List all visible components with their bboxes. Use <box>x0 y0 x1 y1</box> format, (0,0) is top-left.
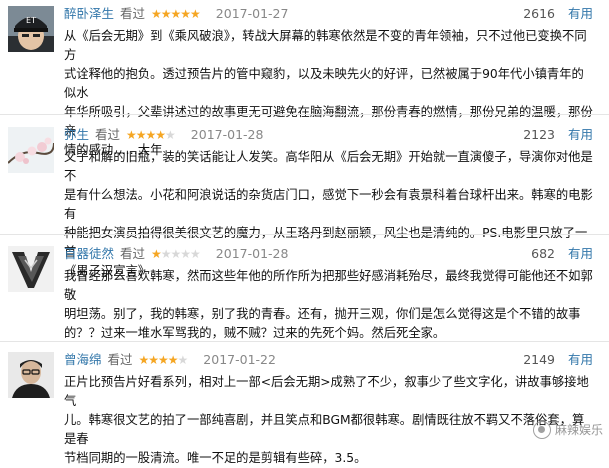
rating-stars: ★★★★★ <box>126 128 176 142</box>
review-line: 是有什么想法。小花和阿浪说话的杂货店门口，感觉下一秒会有袁景科着台球杆出来。韩寒… <box>64 188 593 221</box>
review-date: 2017-01-22 <box>203 352 276 367</box>
useful-button[interactable]: 有用 <box>568 243 593 265</box>
rating-stars: ★★★★★ <box>151 7 201 21</box>
review-date: 2017-01-27 <box>215 6 289 21</box>
watched-label: 看过 <box>107 352 133 367</box>
vote-count: 2616 <box>523 6 555 21</box>
review-text: 正片比预告片好看系列，相对上一部<后会无期>成熟了不少，叙事少了些文字化，讲故事… <box>64 373 594 468</box>
review-date: 2017-01-28 <box>215 246 289 261</box>
vote-count: 2123 <box>523 127 555 142</box>
vote-count: 682 <box>531 246 555 261</box>
useful-button[interactable]: 有用 <box>568 124 593 146</box>
review-header: 醉卧泽生 看过 ★★★★★ 2017-01-27 2616 有用 <box>64 3 599 25</box>
rating-stars: ★★★★★ <box>151 247 201 261</box>
wechat-logo-icon <box>532 421 551 439</box>
portrait-avatar-icon <box>8 352 54 398</box>
vote-count: 2149 <box>523 352 555 367</box>
review-line: 儿。韩寒很文艺的拍了一部纯喜剧，并且笑点和BGM都很韩寒。剧情既往放不羁又不落俗… <box>64 413 585 446</box>
divider <box>0 341 609 342</box>
watermark: 麻辣娱乐 <box>532 419 603 441</box>
watched-label: 看过 <box>95 127 121 142</box>
review-4: 曾海绵 看过 ★★★★★ 2017-01-22 2149 有用 正片比预告片好看系… <box>0 349 609 465</box>
avatar[interactable] <box>8 246 54 292</box>
review-header: 弥生 看过 ★★★★★ 2017-01-28 2123 有用 <box>64 124 599 146</box>
avatar[interactable] <box>8 127 54 173</box>
review-line: 明坦荡。别了，我的韩寒，别了我的青春。还有，抛开三观，你们是怎么觉得这是个不错的… <box>64 307 581 321</box>
watched-label: 看过 <box>120 6 146 21</box>
review-3: 百器徒然 看过 ★★★★★ 2017-01-28 682 有用 我曾经那么喜欢韩寒… <box>0 243 609 340</box>
watched-label: 看过 <box>120 246 146 261</box>
review-date: 2017-01-28 <box>190 127 264 142</box>
review-line: 式诠释他的抱负。透过预告片的管中窥豹，以及未映先火的好评，已然被属于90年代小镇… <box>64 67 584 100</box>
author-link[interactable]: 曾海绵 <box>64 352 102 367</box>
rating-stars: ★★★★★ <box>138 353 189 367</box>
review-line: 我曾经那么喜欢韩寒，然而这些年他的所作所为把那些好感消耗殆尽，最终我觉得可能他还… <box>64 269 593 302</box>
et-cap-avatar-icon: ET <box>8 6 54 52</box>
review-line: 从《后会无期》到《乘风破浪》，转战大屏幕的韩寒依然是不变的青年领袖，只不过他已变… <box>64 29 587 62</box>
avatar[interactable]: ET <box>8 6 54 52</box>
dark-emblem-avatar-icon <box>8 246 54 292</box>
author-link[interactable]: 百器徒然 <box>64 246 114 261</box>
author-link[interactable]: 醉卧泽生 <box>64 6 114 21</box>
useful-button[interactable]: 有用 <box>568 3 593 25</box>
review-line: 节档同期的一股清流。唯一不足的是剪辑有些碎，3.5。 <box>64 451 367 465</box>
review-1: ET 醉卧泽生 看过 ★★★★★ 2017-01-27 2616 有用 从《后会无… <box>0 3 609 157</box>
divider <box>0 234 609 235</box>
blossom-avatar-icon <box>8 127 54 173</box>
useful-button[interactable]: 有用 <box>568 349 593 371</box>
svg-text:ET: ET <box>26 16 36 25</box>
avatar[interactable] <box>8 352 54 398</box>
review-header: 曾海绵 看过 ★★★★★ 2017-01-22 2149 有用 <box>64 349 599 371</box>
review-2: 弥生 看过 ★★★★★ 2017-01-28 2123 有用 父子和解的旧瓶，装的… <box>0 124 609 278</box>
review-line: 父子和解的旧瓶，装的笑话能让人发笑。高华阳从《后会无期》开始就一直演傻子，导演你… <box>64 150 593 183</box>
author-link[interactable]: 弥生 <box>64 127 89 142</box>
review-line: 正片比预告片好看系列，相对上一部<后会无期>成熟了不少，叙事少了些文字化，讲故事… <box>64 375 589 408</box>
review-text: 我曾经那么喜欢韩寒，然而这些年他的所作所为把那些好感消耗殆尽，最终我觉得可能他还… <box>64 267 594 343</box>
divider <box>0 114 609 115</box>
review-header: 百器徒然 看过 ★★★★★ 2017-01-28 682 有用 <box>64 243 599 265</box>
watermark-text: 麻辣娱乐 <box>554 423 603 437</box>
